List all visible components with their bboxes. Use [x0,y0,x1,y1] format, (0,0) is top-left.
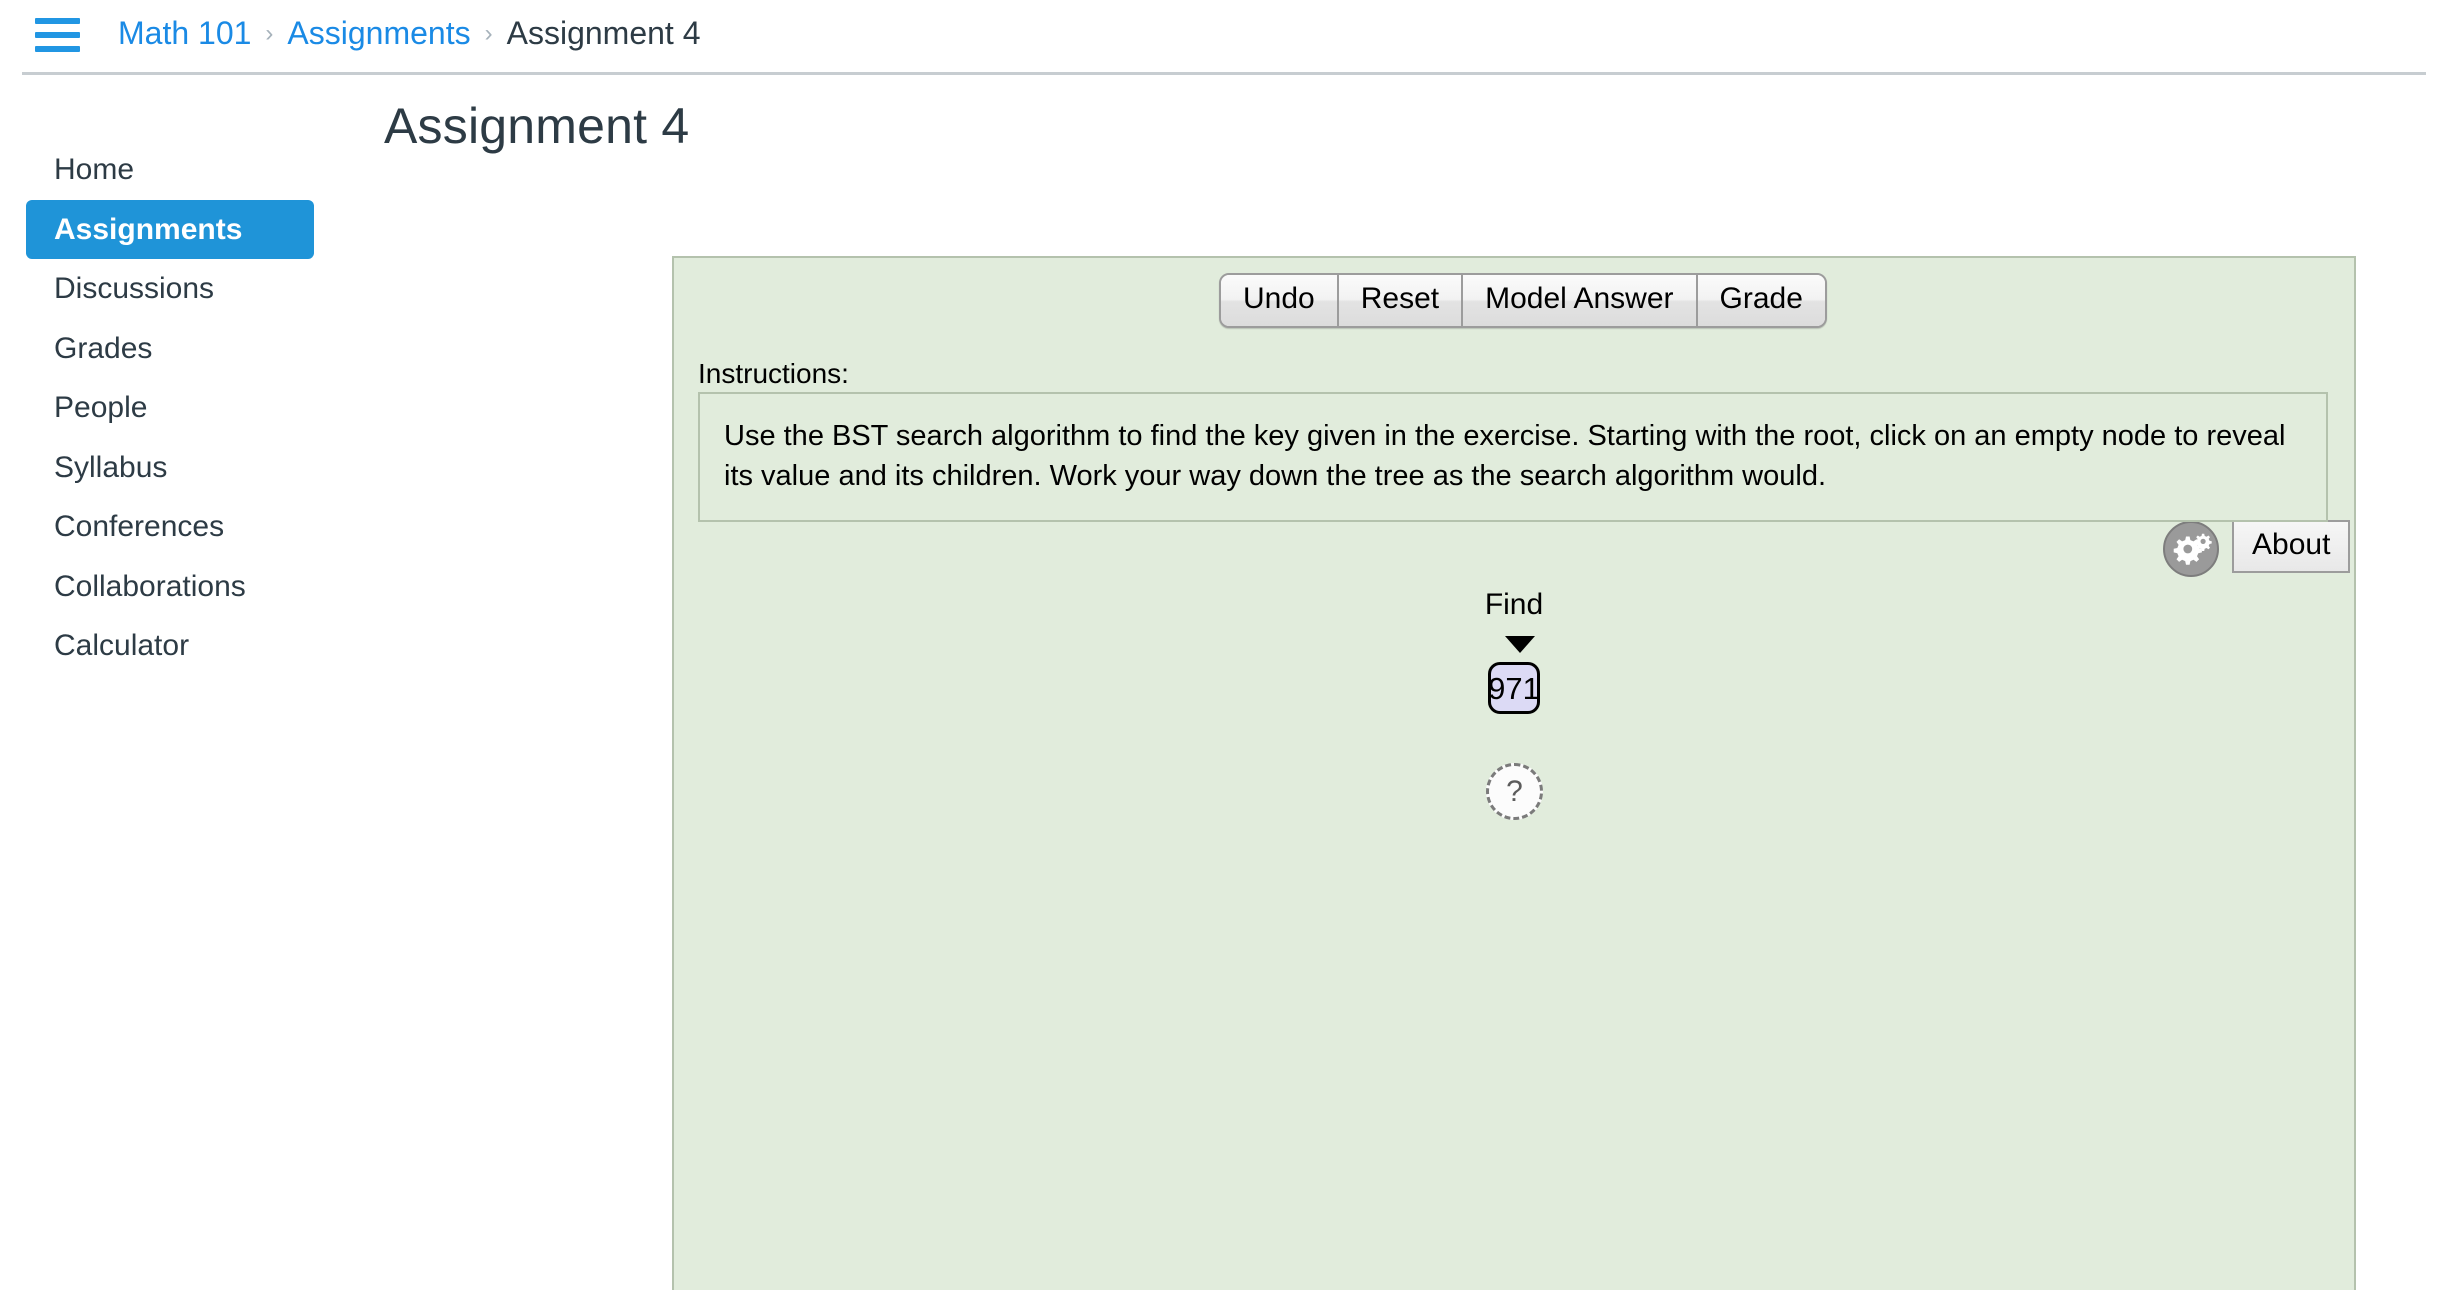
breadcrumb: Math 101 › Assignments › Assignment 4 [118,2,700,64]
sidebar-item-discussions[interactable]: Discussions [26,259,314,319]
undo-button[interactable]: Undo [1221,275,1337,326]
hamburger-bar [35,32,80,38]
page-title: Assignment 4 [384,98,690,154]
instructions-label: Instructions: [698,358,849,389]
hamburger-menu-icon[interactable] [35,15,80,55]
breadcrumb-separator-icon: › [484,20,493,47]
hamburger-bar [35,18,80,24]
bst-tree-canvas: Find 971 ? [674,588,2354,1288]
about-button[interactable]: About [2232,520,2351,573]
exercise-toolbar: Undo Reset Model Answer Grade [1219,273,1827,328]
top-bar: Math 101 › Assignments › Assignment 4 [0,0,2440,72]
search-key-node: 971 [1488,662,1540,714]
sidebar-item-assignments[interactable]: Assignments [26,199,314,259]
instructions-text: Use the BST search algorithm to find the… [724,420,2286,493]
header-divider [22,72,2426,75]
sidebar-item-calculator[interactable]: Calculator [26,616,314,676]
breadcrumb-current: Assignment 4 [506,14,701,51]
grade-button[interactable]: Grade [1695,275,1825,326]
breadcrumb-assignments-link[interactable]: Assignments [287,15,470,52]
sidebar-item-people[interactable]: People [26,378,314,438]
exercise-panel: Undo Reset Model Answer Grade About Inst… [672,256,2356,1290]
sidebar-item-collaborations[interactable]: Collaborations [26,557,314,617]
find-label: Find [1484,588,1544,621]
sidebar-item-conferences[interactable]: Conferences [26,497,314,557]
empty-root-node[interactable]: ? [1486,763,1543,820]
breadcrumb-separator-icon: › [265,20,274,47]
breadcrumb-course-link[interactable]: Math 101 [118,15,251,52]
down-triangle-icon [1505,636,1535,653]
model-answer-button[interactable]: Model Answer [1461,275,1696,326]
reset-button[interactable]: Reset [1336,275,1462,326]
sidebar-item-syllabus[interactable]: Syllabus [26,438,314,498]
sidebar-item-grades[interactable]: Grades [26,319,314,379]
instructions-box: Use the BST search algorithm to find the… [698,392,2328,523]
course-navigation-sidebar: Home Assignments Discussions Grades Peop… [0,140,330,676]
gears-logo-icon [2163,521,2219,577]
sidebar-item-home[interactable]: Home [26,140,314,200]
hamburger-bar [35,46,80,52]
